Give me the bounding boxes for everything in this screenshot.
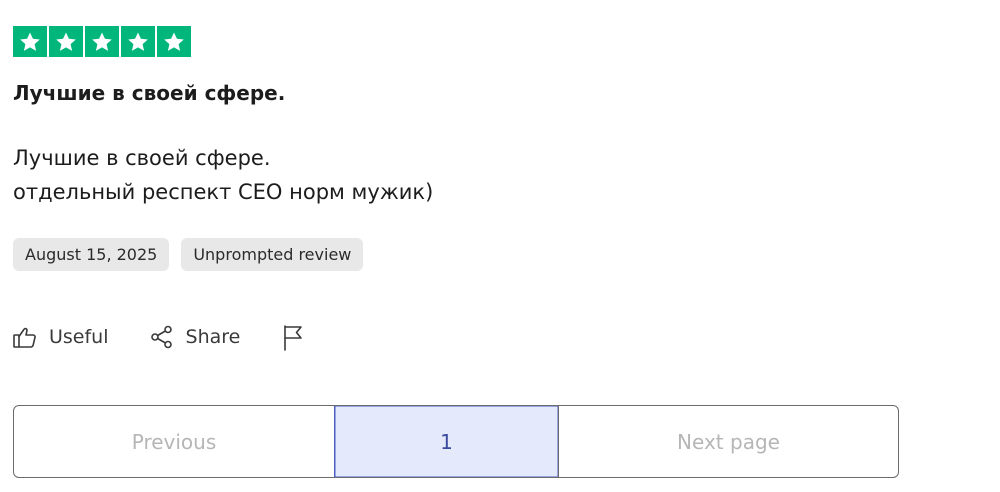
star-icon bbox=[56, 32, 76, 51]
star-icon bbox=[164, 32, 184, 51]
star-icon bbox=[20, 32, 40, 51]
useful-button[interactable]: Useful bbox=[12, 324, 109, 350]
review-body-line: Лучшие в своей сфере. bbox=[13, 146, 271, 170]
review-body: Лучшие в своей сфере. отдельный респект … bbox=[13, 141, 433, 209]
review-card: Лучшие в своей сфере. Лучшие в своей сфе… bbox=[0, 0, 1000, 492]
review-title: Лучшие в своей сфере. bbox=[13, 81, 286, 105]
review-body-line: отдельный респект CEO норм мужик) bbox=[13, 180, 434, 204]
useful-label: Useful bbox=[49, 326, 109, 348]
next-page-button[interactable]: Next page bbox=[559, 406, 898, 477]
star-3 bbox=[85, 26, 119, 57]
star-rating bbox=[13, 26, 191, 57]
pagination: Previous 1 Next page bbox=[13, 405, 899, 478]
star-4 bbox=[121, 26, 155, 57]
star-5 bbox=[157, 26, 191, 57]
review-date-badge: August 15, 2025 bbox=[13, 238, 170, 271]
report-button[interactable] bbox=[280, 323, 306, 351]
current-page-button[interactable]: 1 bbox=[334, 406, 559, 477]
flag-icon bbox=[280, 323, 306, 351]
previous-page-button[interactable]: Previous bbox=[14, 406, 334, 477]
star-icon bbox=[128, 32, 148, 51]
review-actions: Useful Share bbox=[12, 320, 306, 354]
share-button[interactable]: Share bbox=[149, 324, 241, 350]
star-2 bbox=[49, 26, 83, 57]
review-tag-badge: Unprompted review bbox=[181, 238, 364, 271]
share-label: Share bbox=[185, 326, 241, 348]
thumbs-up-icon bbox=[12, 324, 38, 350]
star-1 bbox=[13, 26, 47, 57]
share-icon bbox=[149, 324, 175, 350]
star-icon bbox=[92, 32, 112, 51]
review-meta: August 15, 2025 Unprompted review bbox=[13, 238, 364, 271]
